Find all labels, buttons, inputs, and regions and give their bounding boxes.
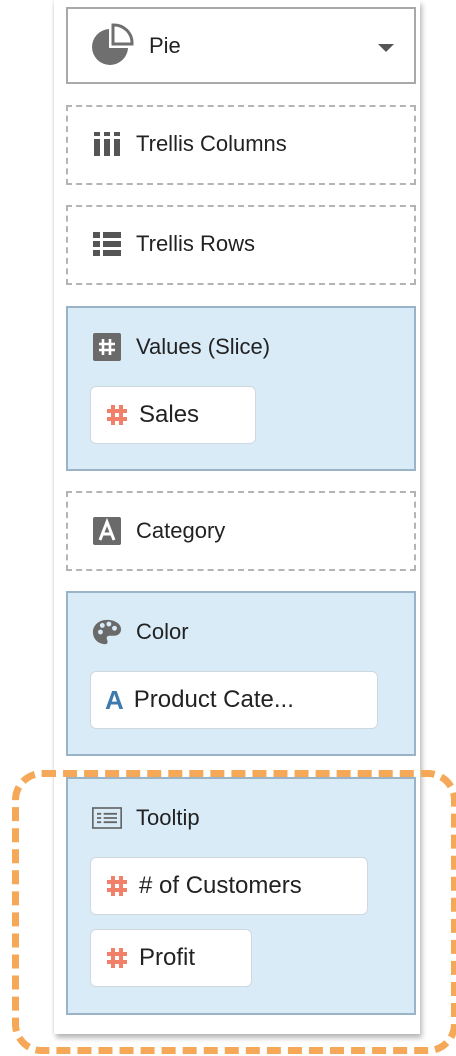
- color-zone[interactable]: Color A Product Cate...: [66, 591, 416, 756]
- chart-type-dropdown[interactable]: Pie: [66, 7, 416, 84]
- field-pill-label: # of Customers: [139, 872, 302, 899]
- field-pill-label: Sales: [139, 401, 200, 428]
- category-zone[interactable]: Category: [66, 491, 416, 571]
- values-zone[interactable]: Values (Slice) Sales: [66, 306, 416, 471]
- tooltip-list-icon: [92, 803, 122, 833]
- chevron-down-icon[interactable]: [378, 44, 394, 52]
- values-label: Values (Slice): [136, 334, 271, 359]
- field-pill-sales[interactable]: Sales: [90, 386, 256, 444]
- trellis-columns-zone[interactable]: Trellis Columns: [66, 105, 416, 185]
- hash-icon: [105, 874, 129, 898]
- field-pill-profit[interactable]: Profit: [90, 929, 252, 987]
- hash-icon: [105, 403, 129, 427]
- rows-list-icon: [92, 229, 122, 259]
- columns-icon: [92, 129, 122, 159]
- trellis-rows-label: Trellis Rows: [136, 231, 255, 256]
- color-label: Color: [136, 619, 189, 644]
- palette-icon: [92, 617, 122, 647]
- pie-chart-icon: [88, 22, 136, 70]
- hash-icon: [105, 946, 129, 970]
- field-pill-label: Profit: [139, 944, 196, 971]
- letter-a-icon: A: [105, 684, 124, 715]
- trellis-rows-zone[interactable]: Trellis Rows: [66, 205, 416, 285]
- letter-a-box-icon: [92, 516, 122, 546]
- hash-box-icon: [92, 332, 122, 362]
- field-pill-product-category[interactable]: A Product Cate...: [90, 671, 378, 729]
- field-pill-customers[interactable]: # of Customers: [90, 857, 368, 915]
- category-label: Category: [136, 518, 226, 543]
- tooltip-label: Tooltip: [136, 805, 200, 830]
- chart-type-label: Pie: [149, 32, 181, 58]
- trellis-columns-label: Trellis Columns: [136, 131, 287, 156]
- field-pill-label: Product Cate...: [133, 686, 294, 713]
- tooltip-zone[interactable]: Tooltip # of Customers Profit: [66, 777, 416, 1015]
